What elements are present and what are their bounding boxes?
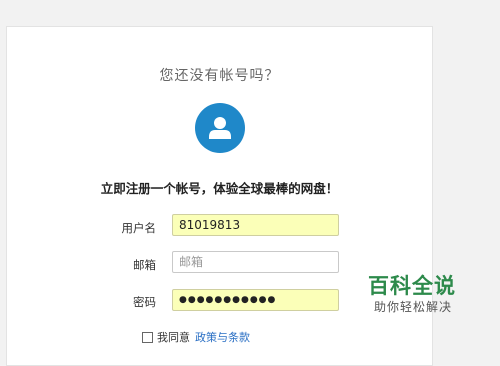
agree-checkbox[interactable] [142, 331, 153, 343]
email-label: 邮箱 [133, 258, 156, 272]
user-icon [195, 103, 245, 153]
password-field[interactable]: ●●●●●●●●●●● [172, 289, 339, 311]
register-slogan: 立即注册一个帐号，体验全球最棒的网盘！ [100, 181, 339, 196]
no-account-question: 您还没有帐号吗？ [159, 68, 280, 84]
username-field[interactable]: 81019813 [172, 214, 339, 236]
watermark-title: 百科全说 [368, 274, 456, 298]
username-label: 用户名 [121, 221, 157, 235]
watermark-logo: 百科全说 助你轻松解决 [360, 268, 500, 320]
agree-text: 我同意 [157, 331, 190, 344]
terms-link[interactable]: 政策与条款 [195, 329, 250, 345]
password-label: 密码 [133, 295, 156, 309]
email-field[interactable] [172, 251, 339, 273]
watermark-subtitle: 助你轻松解决 [374, 300, 453, 314]
agree-row: 我同意 政策与条款 [142, 329, 250, 345]
